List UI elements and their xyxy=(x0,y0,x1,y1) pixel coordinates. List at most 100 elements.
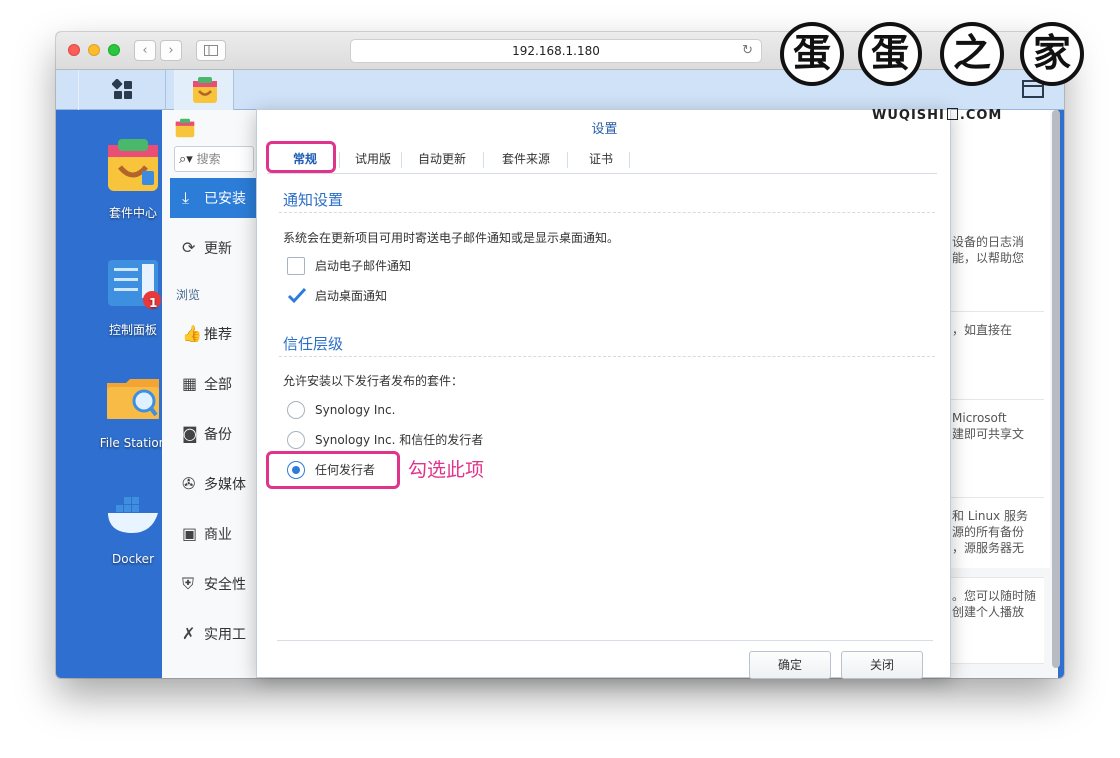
dialog-footer-divider xyxy=(277,640,933,641)
desktop-notify-checkbox[interactable] xyxy=(287,287,307,305)
package-center-taskbar-icon xyxy=(193,77,217,103)
section-divider xyxy=(279,212,935,213)
trust-section-title: 信任层级 xyxy=(283,335,344,353)
watermark-char: 家 xyxy=(1020,22,1084,86)
taskbar-package-center[interactable] xyxy=(174,70,234,110)
section-divider xyxy=(279,356,935,357)
trust-option-synology[interactable]: Synology Inc. xyxy=(287,400,395,420)
file-station-icon xyxy=(107,379,159,419)
trust-option-trusted[interactable]: Synology Inc. 和信任的发行者 xyxy=(287,430,483,450)
sidebar-item-label: 多媒体 xyxy=(204,477,246,493)
tab-certificate[interactable]: 证书 xyxy=(569,146,633,172)
tab-divider xyxy=(567,152,568,168)
search-icon: ⌕▾ xyxy=(179,152,193,167)
package-description: 设备的日志消 能，以帮助您 xyxy=(946,224,1044,312)
annotation-text: 勾选此项 xyxy=(408,459,485,481)
close-button[interactable]: 关闭 xyxy=(841,651,923,679)
forward-button[interactable]: › xyxy=(160,40,182,61)
docker-icon xyxy=(108,497,158,533)
notify-section-title: 通知设置 xyxy=(283,191,344,209)
desktop-notify-option[interactable]: 启动桌面通知 xyxy=(287,286,387,306)
watermark-subtitle: WUQISHI .COM xyxy=(872,108,1002,123)
watermark-char: 之 xyxy=(940,22,1004,86)
sidebar-item-all[interactable]: ▦ 全部 xyxy=(170,364,256,404)
notify-description: 系统会在更新项目可用时寄送电子邮件通知或是显示桌面通知。 xyxy=(283,231,620,245)
sidebar-item-label: 实用工 xyxy=(204,627,246,643)
package-list-column: 设备的日志消 能，以帮助您 ，如直接在 Microsoft 建即可共享文 和 L… xyxy=(946,110,1050,578)
watermark-char: 蛋 xyxy=(780,22,844,86)
watermark-subtitle-suffix: .COM xyxy=(959,108,1003,123)
briefcase-icon: ▣ xyxy=(182,524,198,543)
watermark-subtitle-text: WUQISHI xyxy=(872,108,945,123)
main-menu-button[interactable] xyxy=(78,70,166,110)
grid-icon: ▦ xyxy=(182,374,198,393)
sidebar-item-label: 商业 xyxy=(204,527,232,543)
search-input[interactable]: ⌕▾ 搜索 xyxy=(174,146,254,172)
dialog-title: 设置 xyxy=(591,122,618,137)
thumbs-up-icon: 👍 xyxy=(182,324,202,343)
settings-dialog: 设置 常规 试用版 自动更新 套件来源 证书 通知设置 系统会在更新项目可用时寄… xyxy=(256,109,951,679)
sidebar-item-utilities[interactable]: ✗ 实用工 xyxy=(170,614,256,654)
sidebar-item-label: 更新 xyxy=(204,241,232,257)
package-center-small-icon xyxy=(175,118,195,138)
film-reel-icon: ✇ xyxy=(182,474,196,493)
sidebar-item-label: 安全性 xyxy=(204,577,246,593)
address-bar[interactable]: 192.168.1.180 ↻ xyxy=(350,39,762,63)
sidebar-item-backup[interactable]: ◙ 备份 xyxy=(170,414,256,454)
trust-radio-trusted[interactable] xyxy=(287,431,305,449)
tab-divider xyxy=(339,152,340,168)
sidebar-item-multimedia[interactable]: ✇ 多媒体 xyxy=(170,464,256,504)
minimize-window-button[interactable] xyxy=(88,44,100,56)
screenshot-stage: ‹ › 192.168.1.180 ↻ 套件中心 1 控制面板 File Sta… xyxy=(0,0,1120,758)
trust-radio-synology[interactable] xyxy=(287,401,305,419)
package-center-icon xyxy=(108,139,158,191)
option-label: 启动桌面通知 xyxy=(315,289,388,303)
sidebar-item-label: 全部 xyxy=(204,377,232,393)
sidebar-item-label: 推荐 xyxy=(204,327,232,343)
sidebar-item-security[interactable]: ⛨ 安全性 xyxy=(170,564,256,604)
scrollbar[interactable] xyxy=(1052,110,1060,668)
download-icon: ⤓ xyxy=(182,188,190,207)
sidebar-item-recommended[interactable]: 👍 推荐 xyxy=(170,314,256,354)
refresh-icon: ⟳ xyxy=(182,238,196,257)
option-label: 启动电子邮件通知 xyxy=(315,259,412,273)
email-notify-checkbox[interactable] xyxy=(287,257,305,275)
option-label: Synology Inc. xyxy=(315,403,396,417)
tab-bar: 常规 试用版 自动更新 套件来源 证书 xyxy=(267,144,937,174)
sidebar-toggle-button[interactable] xyxy=(196,40,226,61)
tab-divider xyxy=(629,152,630,168)
sidebar-item-label: 已安装 xyxy=(204,191,246,207)
tab-divider xyxy=(401,152,402,168)
wrench-icon: ✗ xyxy=(182,624,196,643)
sidebar-icon xyxy=(204,45,218,56)
ok-button[interactable]: 确定 xyxy=(749,651,831,679)
sidebar-item-business[interactable]: ▣ 商业 xyxy=(170,514,256,554)
back-button[interactable]: ‹ xyxy=(134,40,156,61)
highlight-any-publisher xyxy=(266,451,400,489)
highlight-general-tab xyxy=(266,141,336,173)
package-center-sidebar: ⌕▾ 搜索 ⤓ 已安装 ⟳ 更新 浏览 👍 推荐 ▦ 全部 ◙ 备份 ✇ 多媒体 ▣ 商业 ⛨… xyxy=(162,110,258,678)
search-placeholder: 搜索 xyxy=(196,152,221,166)
trust-description: 允许安装以下发行者发布的套件： xyxy=(283,374,464,388)
zoom-window-button[interactable] xyxy=(108,44,120,56)
tab-divider xyxy=(483,152,484,168)
main-menu-icon xyxy=(112,79,132,99)
checkmark-icon xyxy=(287,287,307,304)
package-description: Microsoft 建即可共享文 xyxy=(946,400,1044,498)
tab-package-sources[interactable]: 套件来源 xyxy=(487,146,565,172)
shield-icon: ⛨ xyxy=(182,574,195,593)
tab-auto-update[interactable]: 自动更新 xyxy=(405,146,479,172)
package-description: 。您可以随时随 创建个人播放 xyxy=(946,578,1044,664)
package-description: 和 Linux 服务 源的所有备份 ，源服务器无 xyxy=(946,498,1044,578)
option-label: Synology Inc. 和信任的发行者 xyxy=(315,433,484,447)
reload-icon[interactable]: ↻ xyxy=(742,40,753,62)
tab-trial[interactable]: 试用版 xyxy=(341,146,405,172)
close-window-button[interactable] xyxy=(68,44,80,56)
backup-icon: ◙ xyxy=(182,424,198,443)
sidebar-section-browse: 浏览 xyxy=(176,288,201,302)
email-notify-option[interactable]: 启动电子邮件通知 xyxy=(287,256,411,276)
sidebar-item-label: 备份 xyxy=(204,427,232,443)
sidebar-item-update[interactable]: ⟳ 更新 xyxy=(170,228,256,268)
package-description: ，如直接在 xyxy=(946,312,1044,400)
sidebar-item-installed[interactable]: ⤓ 已安装 xyxy=(170,178,256,218)
